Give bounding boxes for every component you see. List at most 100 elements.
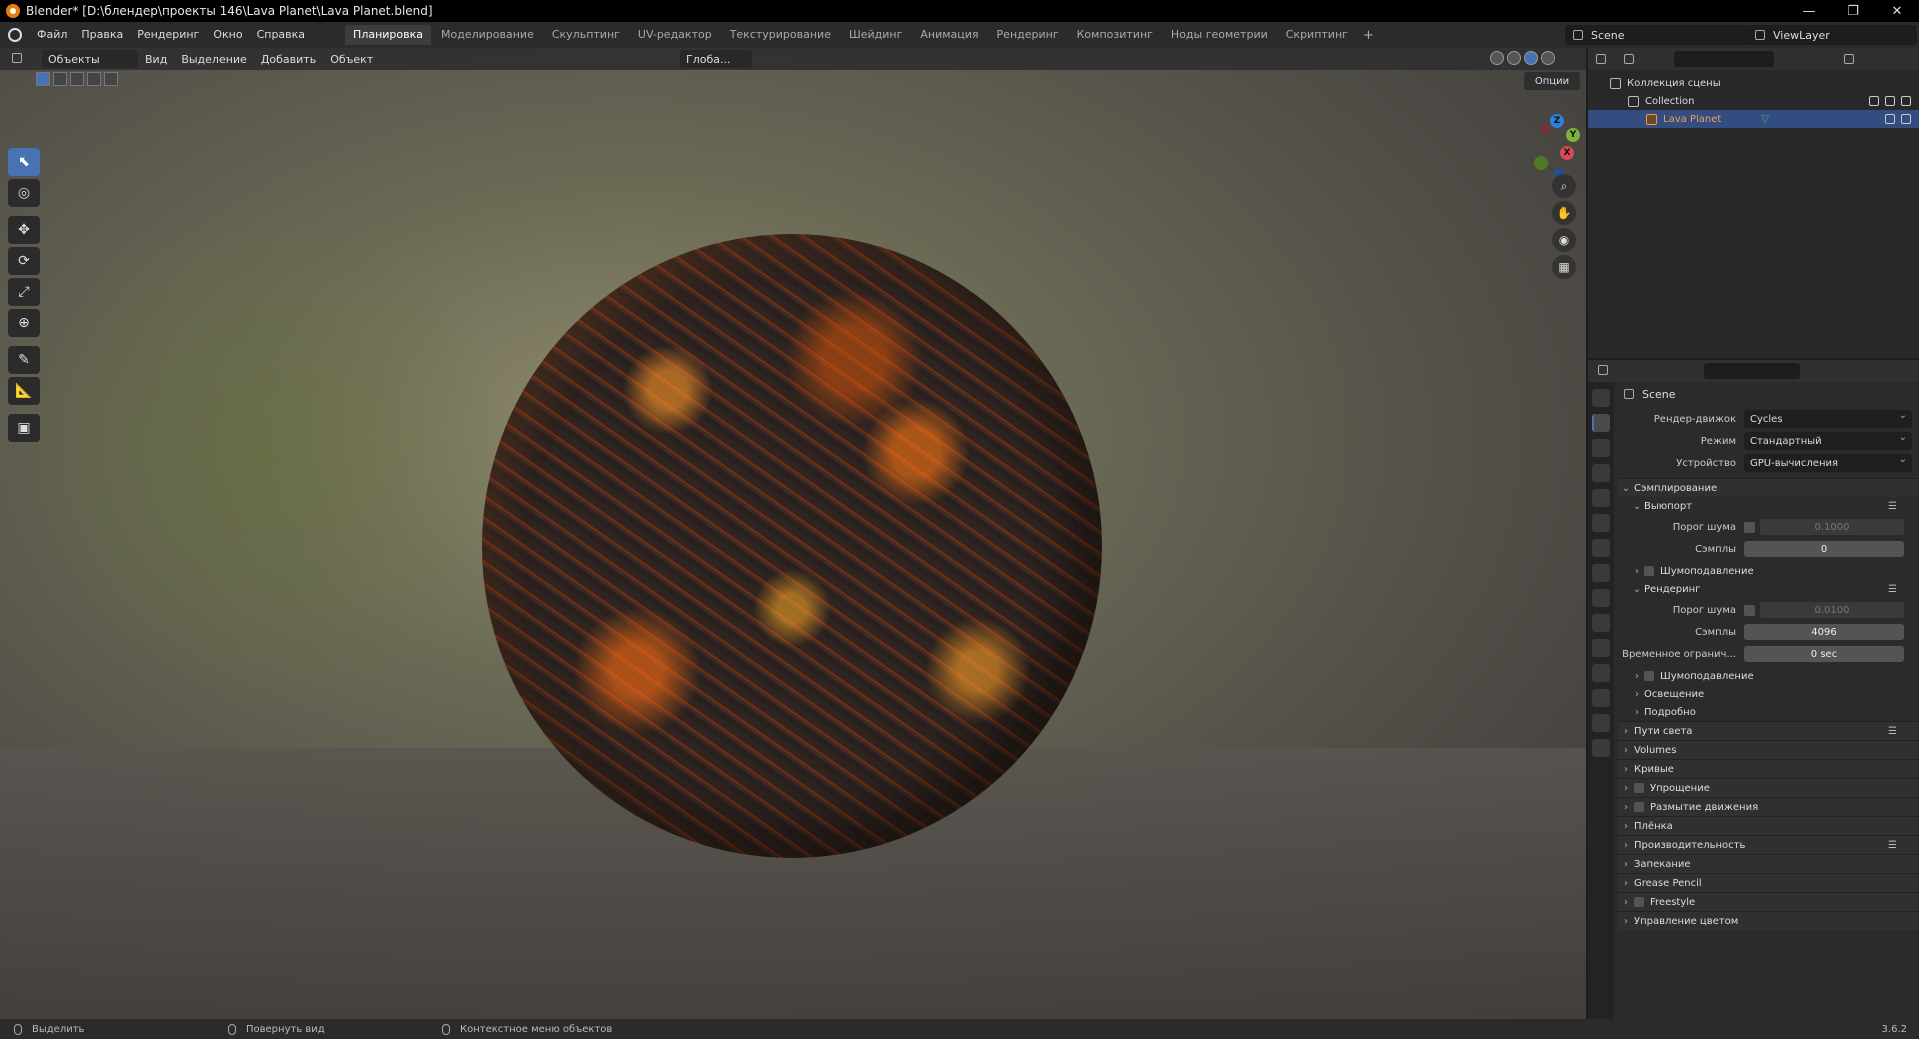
mesh-data-icon[interactable]: ▽ [1761,114,1769,125]
minimize-button[interactable]: — [1787,0,1831,22]
menu-select[interactable]: Выделение [174,53,254,66]
tab-uv-editing[interactable]: UV-редактор [630,25,720,45]
material-preview-icon[interactable] [1524,51,1538,65]
select-new-icon[interactable] [36,72,50,86]
annotate-tool[interactable]: ✎ [8,346,40,374]
render-denoise-checkbox[interactable] [1644,671,1654,681]
texture-tab-icon[interactable] [1592,739,1610,757]
tab-shading[interactable]: Шейдинг [841,25,910,45]
rotate-tool[interactable]: ⟳ [8,247,40,275]
subpanel-viewport-denoise[interactable]: › Шумоподавление [1618,562,1919,580]
collection-checkbox[interactable] [1869,96,1879,106]
maximize-button[interactable]: ❐ [1831,0,1875,22]
render-noise-threshold-field[interactable]: 0.0100 [1760,602,1904,618]
lava-planet-sphere[interactable] [482,234,1102,858]
tab-layout[interactable]: Планировка [345,25,432,45]
add-cube-tool[interactable]: ▣ [8,414,40,442]
tab-modeling[interactable]: Моделирование [433,25,542,45]
particles-tab-icon[interactable] [1592,614,1610,632]
measure-tool[interactable]: 📐 [8,377,40,405]
render-tab-icon[interactable] [1592,414,1610,432]
select-invert-icon[interactable] [87,72,101,86]
panel-volumes[interactable]: › Volumes [1618,740,1919,759]
select-box-tool[interactable]: ⬉ [8,148,40,176]
simplify-checkbox[interactable] [1634,783,1644,793]
pan-hand-icon[interactable]: ✋ [1552,201,1576,225]
panel-bake[interactable]: › Запекание [1618,854,1919,873]
collection-row[interactable]: Collection [1588,92,1919,110]
presets-list-icon[interactable]: ☰ [1888,726,1897,737]
view-layer-selector[interactable]: ViewLayer [1747,25,1917,45]
render-noise-threshold-checkbox[interactable] [1744,604,1755,616]
camera-view-icon[interactable]: ◉ [1552,228,1576,252]
menu-help[interactable]: Справка [250,22,312,48]
collection-tab-icon[interactable] [1592,539,1610,557]
add-workspace-button[interactable]: + [1357,28,1380,43]
scene-tab-icon[interactable] [1592,489,1610,507]
device-select[interactable]: GPU-вычисления [1744,454,1912,472]
tab-texture-paint[interactable]: Текстурирование [722,25,839,45]
view-layer-tab-icon[interactable] [1592,464,1610,482]
output-tab-icon[interactable] [1592,439,1610,457]
scene-selector[interactable]: Scene [1565,25,1748,45]
viewport-denoise-checkbox[interactable] [1644,566,1654,576]
menu-edit[interactable]: Правка [74,22,130,48]
menu-object[interactable]: Объект [323,53,380,66]
outliner-search-input[interactable] [1674,51,1774,67]
time-limit-field[interactable]: 0 sec [1744,646,1904,662]
gizmo-y-axis[interactable]: Y [1566,128,1580,142]
presets-list-icon[interactable]: ☰ [1888,501,1897,512]
panel-grease-pencil[interactable]: › Grease Pencil [1618,873,1919,892]
viewport-noise-threshold-checkbox[interactable] [1744,521,1755,533]
outliner-editor-icon[interactable] [1596,54,1606,64]
transform-tool[interactable]: ⊕ [8,309,40,337]
menu-add[interactable]: Добавить [254,53,323,66]
tool-tab-icon[interactable] [1592,389,1610,407]
editor-type-icon[interactable] [12,53,22,63]
select-intersect-icon[interactable] [104,72,118,86]
subpanel-render-denoise[interactable]: › Шумоподавление [1618,667,1919,685]
gizmo-z-axis[interactable]: Z [1550,114,1564,128]
panel-simplify[interactable]: › Упрощение [1618,778,1919,797]
constraints-tab-icon[interactable] [1592,664,1610,682]
panel-color-management[interactable]: › Управление цветом [1618,911,1919,930]
panel-curves[interactable]: › Кривые [1618,759,1919,778]
display-mode-icon[interactable] [1624,54,1634,64]
panel-film[interactable]: › Плёнка [1618,816,1919,835]
properties-search-input[interactable] [1704,363,1800,379]
subpanel-render[interactable]: ⌄ Рендеринг ☰ [1618,580,1919,598]
panel-motion-blur[interactable]: › Размытие движения [1618,797,1919,816]
menu-render[interactable]: Рендеринг [130,22,206,48]
menu-file[interactable]: Файл [30,22,74,48]
filter-icon[interactable] [1844,54,1854,64]
properties-editor-icon[interactable] [1598,365,1608,375]
object-eye-icon[interactable] [1885,114,1895,124]
wireframe-shading-icon[interactable] [1490,51,1504,65]
close-button[interactable]: ✕ [1875,0,1919,22]
presets-list-icon[interactable]: ☰ [1888,840,1897,851]
zoom-icon[interactable]: ⌕ [1552,174,1576,198]
transform-orientation-select[interactable]: Глоба... [680,50,752,68]
modifier-tab-icon[interactable] [1592,589,1610,607]
freestyle-checkbox[interactable] [1634,897,1644,907]
render-samples-field[interactable]: 4096 [1744,624,1904,640]
feature-set-select[interactable]: Стандартный [1744,432,1912,450]
cursor-tool[interactable]: ◎ [8,179,40,207]
render-engine-select[interactable]: Cycles [1744,410,1912,428]
world-tab-icon[interactable] [1592,514,1610,532]
viewport-noise-threshold-field[interactable]: 0.1000 [1760,519,1904,535]
solid-shading-icon[interactable] [1507,51,1521,65]
tab-rendering[interactable]: Рендеринг [989,25,1067,45]
presets-list-icon[interactable]: ☰ [1888,584,1897,595]
eye-icon[interactable] [1885,96,1895,106]
tab-scripting[interactable]: Скриптинг [1278,25,1356,45]
rendered-shading-icon[interactable] [1541,51,1555,65]
gizmo-neg-x-axis[interactable] [1540,124,1550,134]
tab-sculpting[interactable]: Скульптинг [544,25,628,45]
select-subtract-icon[interactable] [70,72,84,86]
subpanel-advanced[interactable]: › Подробно [1618,703,1919,721]
motion-blur-checkbox[interactable] [1634,802,1644,812]
tab-geometry-nodes[interactable]: Ноды геометрии [1163,25,1276,45]
subpanel-lights[interactable]: › Освещение [1618,685,1919,703]
material-tab-icon[interactable] [1592,714,1610,732]
